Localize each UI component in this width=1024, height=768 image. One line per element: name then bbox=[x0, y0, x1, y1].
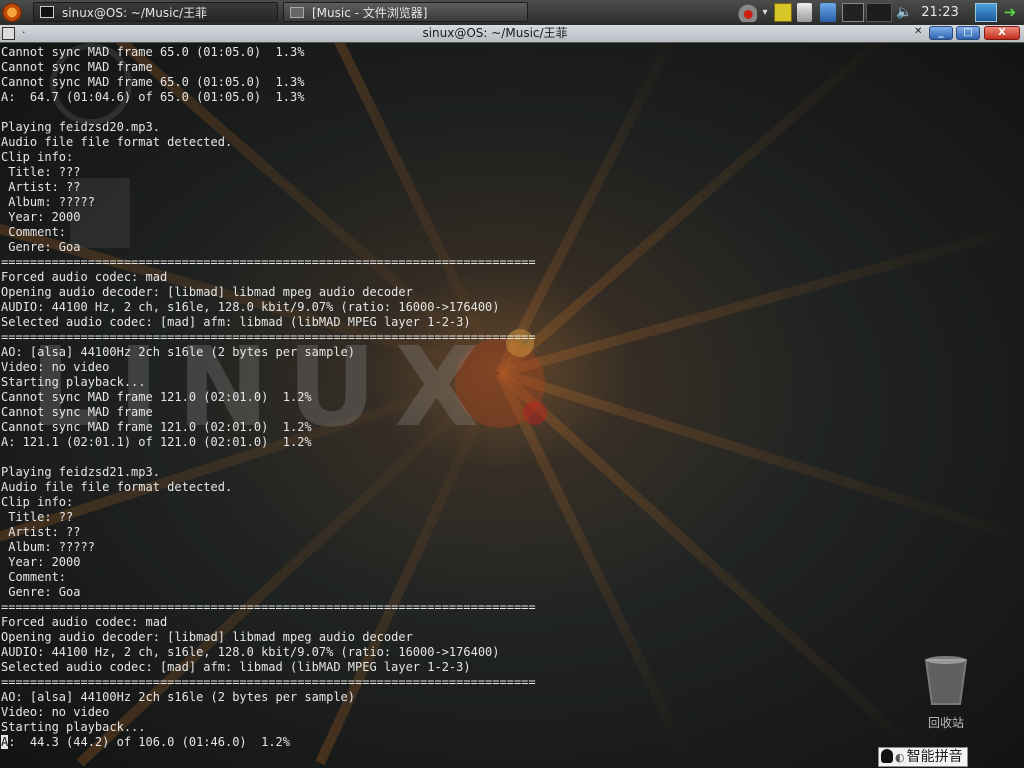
terminal-line: AUDIO: 44100 Hz, 2 ch, s16le, 128.0 kbit… bbox=[1, 645, 500, 659]
terminal-line: Genre: Goa bbox=[1, 240, 81, 254]
files-icon[interactable] bbox=[820, 3, 836, 22]
terminal-line: Cannot sync MAD frame 65.0 (01:05.0) 1.3… bbox=[1, 45, 305, 59]
terminal-line: Playing feidzsd21.mp3. bbox=[1, 465, 160, 479]
terminal-line: Forced audio codec: mad bbox=[1, 270, 168, 284]
terminal-line: Audio file file format detected. bbox=[1, 135, 233, 149]
terminal-line: Video: no video bbox=[1, 705, 110, 719]
terminal-line: Album: ????? bbox=[1, 540, 95, 554]
window-titlebar[interactable]: · sinux@OS: ~/Music/王菲 ✕ _ □ X bbox=[0, 25, 1024, 43]
network-icon[interactable] bbox=[735, 3, 757, 22]
folder-icon bbox=[290, 7, 304, 18]
terminal-line: Cannot sync MAD frame 121.0 (02:01.0) 1.… bbox=[1, 390, 312, 404]
ime-label: 智能拼音 bbox=[906, 749, 963, 765]
terminal-line: Year: 2000 bbox=[1, 555, 81, 569]
terminal-line: Clip info: bbox=[1, 150, 74, 164]
terminal-line-text: : 44.3 (44.2) of 106.0 (01:46.0) 1.2% bbox=[8, 735, 290, 749]
workspace-icon[interactable] bbox=[866, 3, 892, 22]
terminal-line: Cannot sync MAD frame bbox=[1, 60, 153, 74]
trash-icon[interactable] bbox=[920, 654, 972, 708]
trash-label[interactable]: 回收站 bbox=[908, 714, 984, 731]
terminal-line: AUDIO: 44100 Hz, 2 ch, s16le, 128.0 kbit… bbox=[1, 300, 500, 314]
terminal-line: Forced audio codec: mad bbox=[1, 615, 168, 629]
terminal-line: ========================================… bbox=[1, 330, 536, 344]
terminal-icon bbox=[40, 6, 54, 18]
terminal-line: Cannot sync MAD frame 121.0 (02:01.0) 1.… bbox=[1, 420, 312, 434]
taskbar-item-label: sinux@OS: ~/Music/王菲 bbox=[62, 6, 208, 20]
close-button[interactable]: X bbox=[984, 26, 1020, 40]
terminal-line: Artist: ?? bbox=[1, 525, 81, 539]
volume-icon[interactable]: 🔈 bbox=[896, 3, 912, 22]
terminal-line: A: 64.7 (01:04.6) of 65.0 (01:05.0) 1.3% bbox=[1, 90, 305, 104]
clipboard-icon[interactable] bbox=[797, 3, 812, 22]
maximize-button[interactable]: □ bbox=[956, 26, 980, 40]
terminal-line: Cannot sync MAD frame 65.0 (01:05.0) 1.3… bbox=[1, 75, 305, 89]
terminal-line: Comment: bbox=[1, 570, 67, 584]
terminal-line: Audio file file format detected. bbox=[1, 480, 233, 494]
window-title: sinux@OS: ~/Music/王菲 bbox=[422, 26, 568, 40]
logout-icon[interactable]: ➜ bbox=[1000, 3, 1020, 22]
terminal-line: Playing feidzsd20.mp3. bbox=[1, 120, 160, 134]
terminal-line: ========================================… bbox=[1, 675, 536, 689]
terminal-line: Title: ??? bbox=[1, 165, 81, 179]
terminal-line: Title: ?? bbox=[1, 510, 74, 524]
terminal-line: Starting playback... bbox=[1, 375, 146, 389]
taskbar-item-terminal[interactable]: sinux@OS: ~/Music/王菲 bbox=[33, 2, 278, 22]
terminal-line: Selected audio codec: [mad] afm: libmad … bbox=[1, 660, 471, 674]
terminal-line: Album: ????? bbox=[1, 195, 95, 209]
input-method-indicator[interactable]: ◐ 智能拼音 bbox=[878, 747, 968, 767]
terminal-line: A: 121.1 (02:01.1) of 121.0 (02:01.0) 1.… bbox=[1, 435, 312, 449]
terminal-line: Opening audio decoder: [libmad] libmad m… bbox=[1, 285, 413, 299]
terminal-line: Opening audio decoder: [libmad] libmad m… bbox=[1, 630, 413, 644]
terminal-line: AO: [alsa] 44100Hz 2ch s16le (2 bytes pe… bbox=[1, 345, 356, 359]
panel-clock[interactable]: 21:23 bbox=[918, 0, 962, 25]
terminal-line: ========================================… bbox=[1, 255, 536, 269]
minimize-button[interactable]: _ bbox=[929, 26, 953, 40]
tux-icon bbox=[881, 749, 893, 763]
terminal-line: AO: [alsa] 44100Hz 2ch s16le (2 bytes pe… bbox=[1, 690, 356, 704]
ime-mode-icon: ◐ bbox=[895, 751, 905, 764]
terminal-line: Cannot sync MAD frame bbox=[1, 405, 153, 419]
terminal-line: Artist: ?? bbox=[1, 180, 81, 194]
terminal-line: ========================================… bbox=[1, 600, 536, 614]
terminal-line: Comment: bbox=[1, 225, 67, 239]
terminal-line-current: A: 44.3 (44.2) of 106.0 (01:46.0) 1.2% bbox=[1, 735, 1021, 750]
terminal-line: Year: 2000 bbox=[1, 210, 81, 224]
terminal-line: Starting playback... bbox=[1, 720, 146, 734]
top-panel: sinux@OS: ~/Music/王菲 [Music - 文件浏览器] ▾ 🔈… bbox=[0, 0, 1024, 26]
taskbar-item-label: [Music - 文件浏览器] bbox=[312, 6, 428, 20]
terminal-line: Selected audio codec: [mad] afm: libmad … bbox=[1, 315, 471, 329]
pin-icon[interactable]: ✕ bbox=[914, 25, 922, 39]
notes-icon[interactable] bbox=[774, 3, 792, 22]
taskbar-item-file-browser[interactable]: [Music - 文件浏览器] bbox=[283, 2, 528, 22]
terminal-area[interactable]: LINUX Cannot sync MAD frame 65.0 (01:05.… bbox=[0, 43, 1024, 768]
terminal-line: Genre: Goa bbox=[1, 585, 81, 599]
main-menu-icon[interactable] bbox=[2, 3, 22, 22]
dropdown-icon[interactable]: ▾ bbox=[760, 3, 770, 22]
network-status-icon[interactable] bbox=[975, 3, 997, 22]
terminal-line: Clip info: bbox=[1, 495, 74, 509]
terminal-output: Cannot sync MAD frame 65.0 (01:05.0) 1.3… bbox=[1, 45, 1021, 750]
display-icon[interactable] bbox=[842, 3, 864, 22]
terminal-line: Video: no video bbox=[1, 360, 110, 374]
